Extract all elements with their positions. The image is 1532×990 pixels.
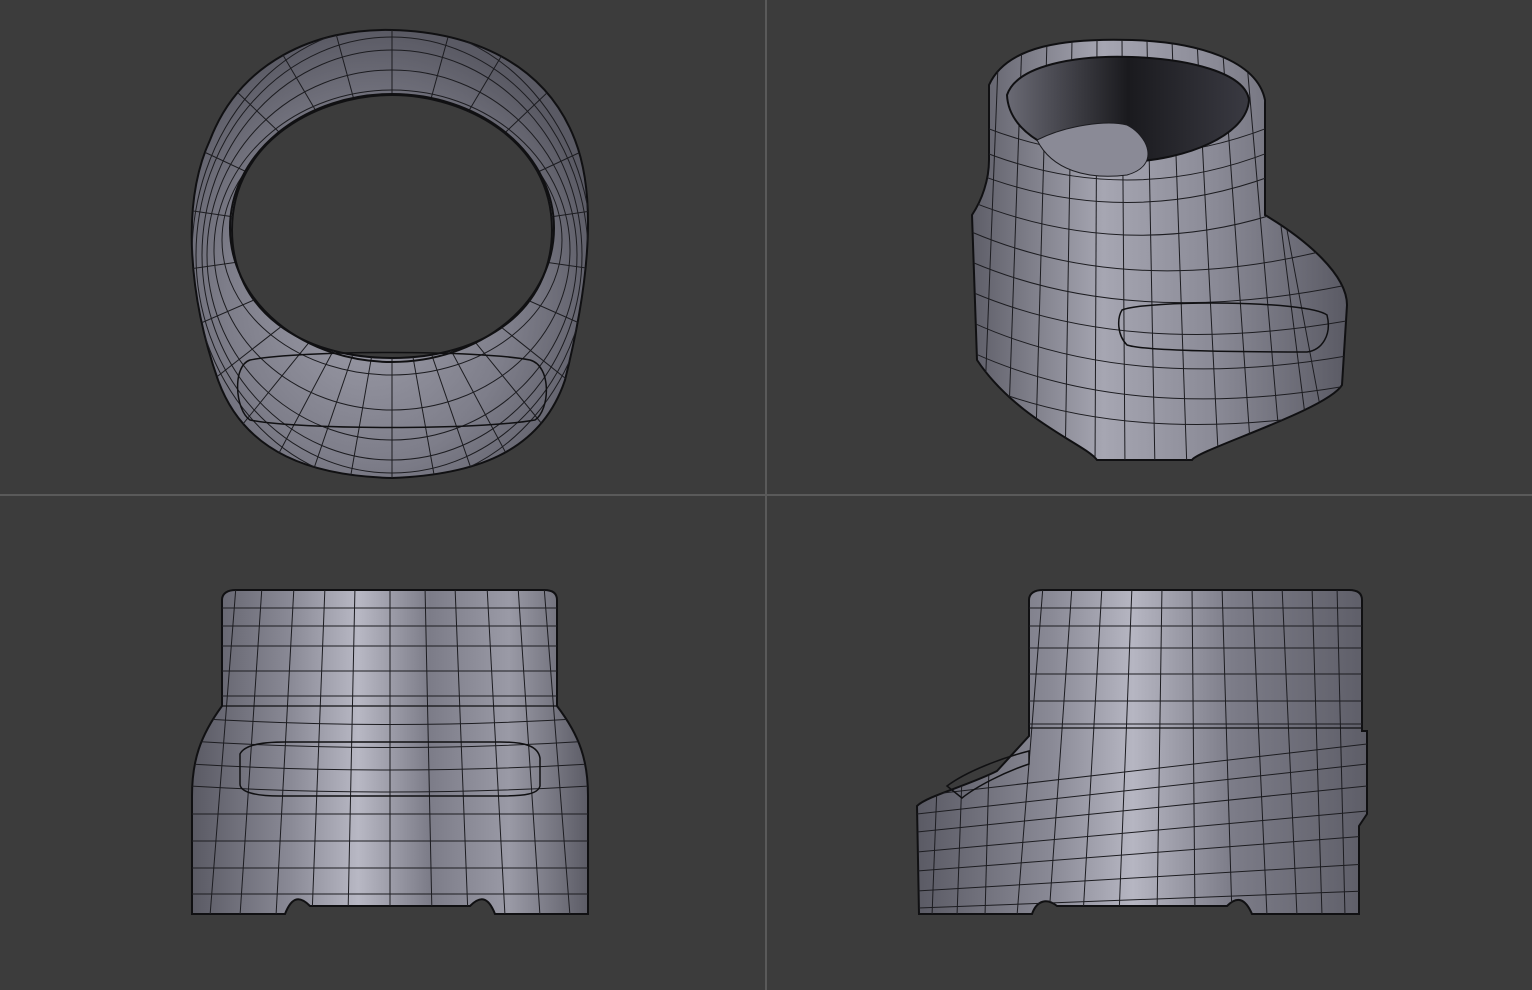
- viewport-side-view[interactable]: [767, 496, 1532, 990]
- viewport-front-view[interactable]: [0, 496, 765, 990]
- viewport-perspective[interactable]: [767, 0, 1532, 494]
- mesh-front-view: [191, 589, 589, 915]
- quad-view-workspace: [0, 0, 1532, 990]
- viewport-divider-horizontal[interactable]: [0, 494, 1532, 496]
- mesh-side-view: [915, 589, 1368, 915]
- viewport-top-view[interactable]: [0, 0, 765, 494]
- mesh-perspective-view: [970, 38, 1349, 461]
- mesh-top-view: [190, 28, 590, 480]
